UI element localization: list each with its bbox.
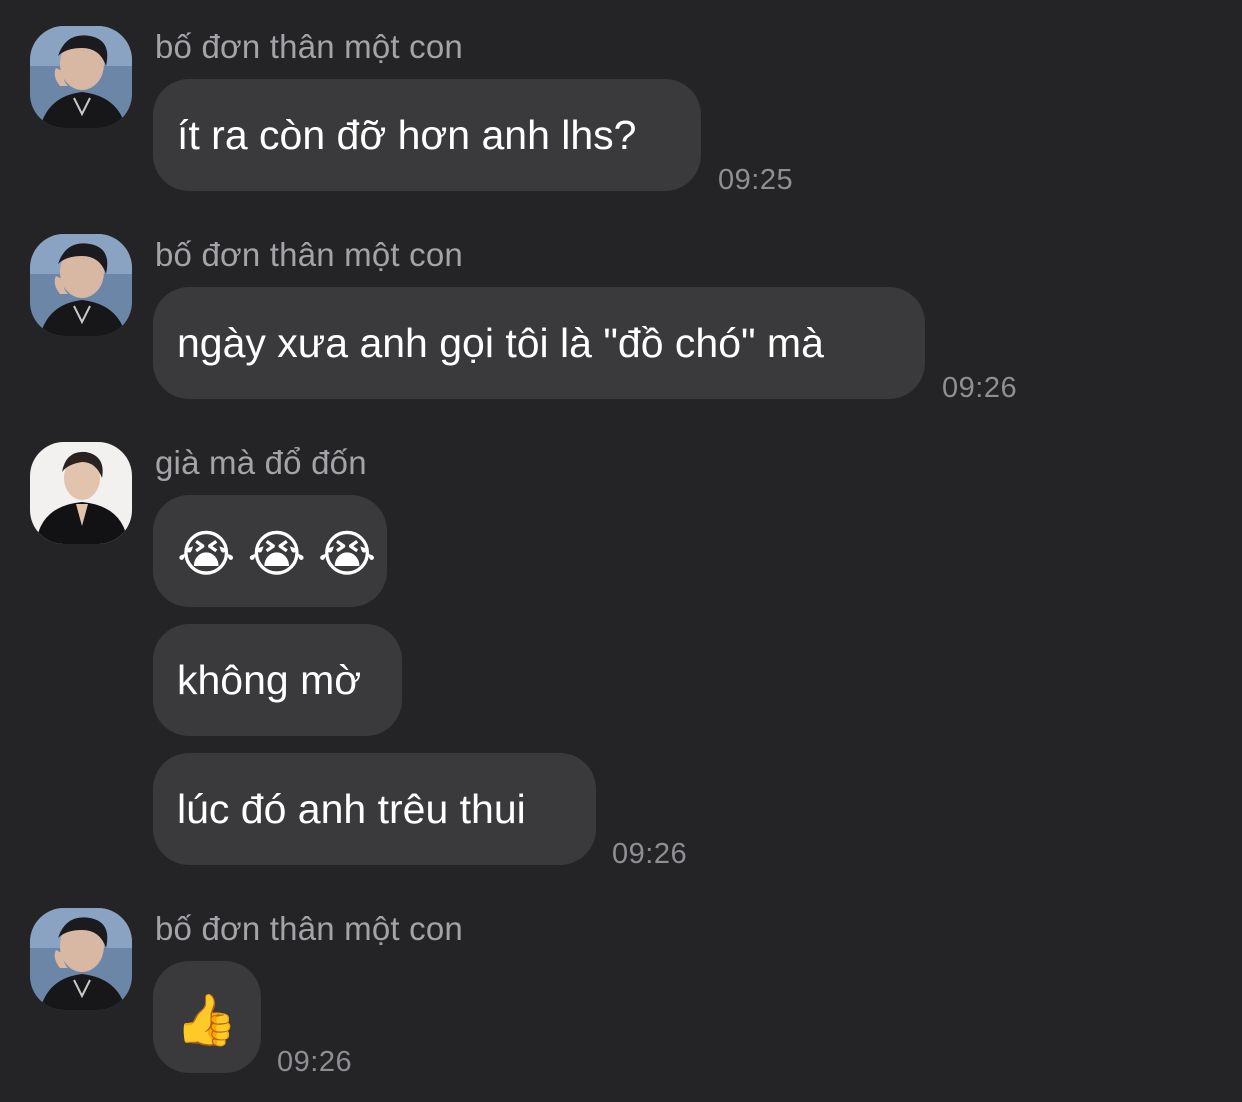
avatar-man-black-jacket-icon <box>30 442 132 544</box>
loudly-crying-face-emoji: 😭 <box>247 526 306 583</box>
message-bubble[interactable]: ngày xưa anh gọi tôi là "đồ chó" mà <box>153 287 925 399</box>
avatar-man-black-shirt-icon <box>30 26 132 128</box>
avatar-man-black-shirt-icon <box>30 234 132 336</box>
message-bubble[interactable]: 👍 <box>153 961 261 1073</box>
chat-view: bố đơn thân một con ít ra còn đỡ hơn anh… <box>0 0 1242 1102</box>
message-timestamp: 09:26 <box>942 372 1018 404</box>
message-bubble[interactable]: ít ra còn đỡ hơn anh lhs? <box>153 79 701 191</box>
sender-name: bố đơn thân một con <box>155 28 463 65</box>
sender-avatar[interactable] <box>30 908 132 1010</box>
sender-name: bố đơn thân một con <box>155 236 463 273</box>
message-text: không mờ <box>177 657 362 703</box>
sender-name: già mà đổ đốn <box>155 444 367 481</box>
message-timestamp: 09:26 <box>277 1046 353 1078</box>
message-bubble[interactable]: 😭 😭 😭 <box>153 495 387 607</box>
message-timestamp: 09:26 <box>612 838 688 870</box>
avatar-man-black-shirt-icon <box>30 908 132 1010</box>
loudly-crying-face-emoji: 😭 <box>177 526 236 583</box>
message-bubble[interactable]: không mờ <box>153 624 402 736</box>
sender-avatar[interactable] <box>30 26 132 128</box>
message-text: ngày xưa anh gọi tôi là "đồ chó" mà <box>177 320 824 366</box>
loudly-crying-face-emoji: 😭 <box>317 526 377 583</box>
message-timestamp: 09:25 <box>718 164 794 196</box>
sender-avatar[interactable] <box>30 442 132 544</box>
sender-name: bố đơn thân một con <box>155 910 463 947</box>
message-text: ít ra còn đỡ hơn anh lhs? <box>177 112 637 158</box>
message-text: lúc đó anh trêu thui <box>177 786 526 832</box>
message-bubble[interactable]: lúc đó anh trêu thui <box>153 753 596 865</box>
sender-avatar[interactable] <box>30 234 132 336</box>
thumbs-up-emoji: 👍 <box>175 992 238 1049</box>
